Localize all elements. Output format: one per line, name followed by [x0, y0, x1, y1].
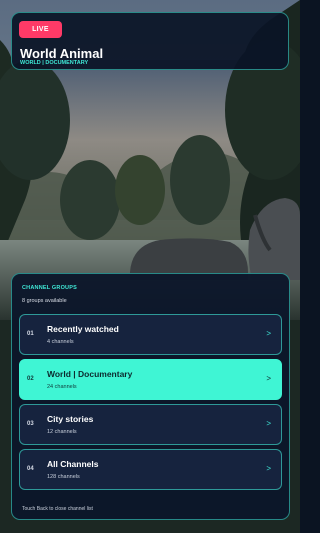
- now-playing-header: LIVE World Animal WORLD | DOCUMENTARY: [11, 12, 289, 70]
- group-channel-count: 128 channels: [47, 474, 80, 480]
- group-name: City stories: [47, 414, 94, 424]
- channel-groups-heading: CHANNEL GROUPS: [22, 285, 77, 291]
- group-number: 01: [27, 331, 34, 337]
- groups-count: 8 groups available: [22, 298, 67, 304]
- group-name: World | Documentary: [47, 369, 133, 379]
- chevron-right-icon: >: [266, 374, 271, 383]
- chevron-right-icon: >: [266, 419, 271, 428]
- group-item-all-channels[interactable]: 04 All Channels 128 channels >: [19, 449, 282, 490]
- chevron-right-icon: >: [266, 329, 271, 338]
- group-number: 03: [27, 421, 34, 427]
- group-number: 02: [27, 376, 34, 382]
- group-channel-count: 4 channels: [47, 339, 74, 345]
- channel-category: WORLD | DOCUMENTARY: [20, 60, 89, 66]
- group-item-world-documentary[interactable]: 02 World | Documentary 24 channels >: [19, 359, 282, 400]
- group-channel-count: 24 channels: [47, 384, 77, 390]
- channel-groups-panel: CHANNEL GROUPS 8 groups available 01 Rec…: [11, 273, 290, 520]
- close-hint: Touch Back to close channel list: [22, 506, 93, 512]
- chevron-right-icon: >: [266, 464, 271, 473]
- group-item-recently-watched[interactable]: 01 Recently watched 4 channels >: [19, 314, 282, 355]
- group-name: Recently watched: [47, 324, 119, 334]
- group-channel-count: 12 channels: [47, 429, 77, 435]
- group-number: 04: [27, 466, 34, 472]
- group-name: All Channels: [47, 459, 99, 469]
- group-item-city-stories[interactable]: 03 City stories 12 channels >: [19, 404, 282, 445]
- live-badge: LIVE: [19, 21, 62, 38]
- channel-title: World Animal: [20, 46, 104, 61]
